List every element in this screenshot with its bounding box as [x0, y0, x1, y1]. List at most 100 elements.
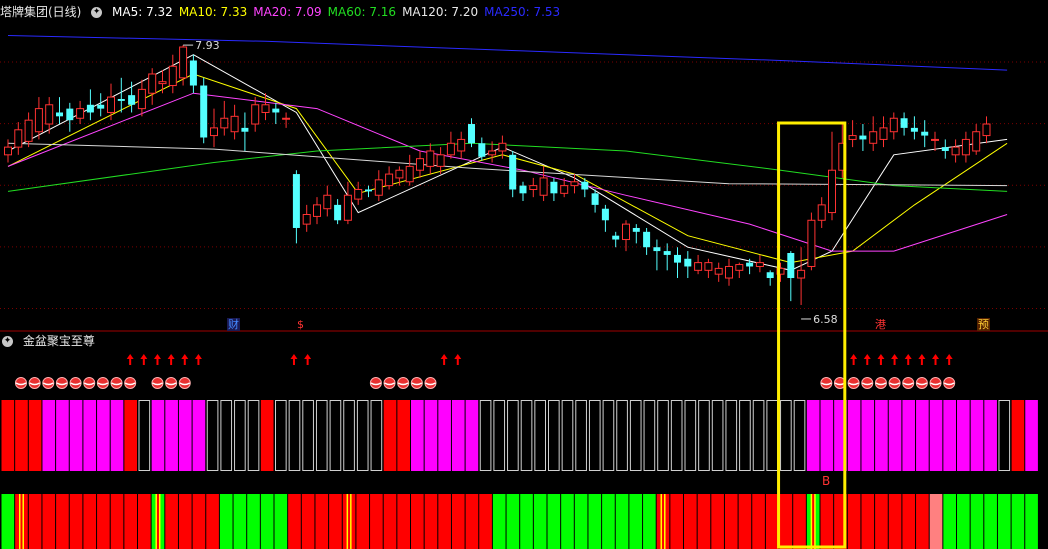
signal-bar [916, 400, 929, 471]
signal-bar [15, 400, 28, 471]
signal-bar [56, 400, 69, 471]
signal-bar [970, 400, 984, 471]
signal-arrow [290, 354, 298, 365]
signal-bar [275, 400, 287, 471]
signal-bar [657, 400, 669, 471]
signal-bar [1, 400, 15, 471]
trend-strip-cell [779, 494, 793, 549]
signal-bar [178, 400, 192, 471]
signal-bar [424, 400, 438, 471]
trend-strip-cell [820, 494, 834, 549]
signal-bar [138, 400, 151, 471]
trend-strip-cell [561, 494, 574, 549]
signal-bar [534, 400, 546, 471]
trend-strip-cell [383, 494, 397, 549]
trend-strip-cell [69, 494, 83, 549]
signal-bar [110, 400, 124, 471]
signal-bar [888, 400, 902, 471]
signal-arrow [181, 354, 189, 365]
trend-strip-cell [574, 494, 588, 549]
signal-bar [356, 400, 369, 471]
trend-strip-cell [615, 494, 629, 549]
indicator-chart[interactable]: B [0, 0, 1048, 549]
signal-bar [820, 400, 834, 471]
signal-bar [861, 400, 875, 471]
signal-arrow [945, 354, 953, 365]
signal-bar [124, 400, 137, 471]
trend-strip-cell [533, 494, 547, 549]
trend-strip-cell [165, 494, 178, 549]
signal-bar [42, 400, 56, 471]
trend-strip-cell [356, 494, 370, 549]
trend-strip-cell [875, 494, 888, 549]
trend-strip-cell [684, 494, 697, 549]
signal-bar [1025, 400, 1038, 471]
signal-bar [192, 400, 206, 471]
signal-bar [69, 400, 83, 471]
trend-strip-cell [629, 494, 643, 549]
signal-bar [493, 400, 506, 471]
signal-bar [616, 400, 628, 471]
signal-bar [165, 400, 178, 471]
trend-strip-cell [329, 494, 342, 549]
trend-strip-cell [602, 494, 615, 549]
trend-strip-cell [42, 494, 56, 549]
trend-strip-cell [765, 494, 779, 549]
signal-bar [998, 400, 1011, 471]
signal-arrow [194, 354, 202, 365]
trend-strip-cell [206, 494, 219, 549]
trend-strip-cell [397, 494, 410, 549]
signal-bar [957, 400, 970, 471]
trend-strip-cell [970, 494, 984, 549]
signal-bar [220, 400, 233, 471]
signal-bar [151, 400, 165, 471]
signal-bar [548, 400, 560, 471]
trend-strip-cell [138, 494, 151, 549]
event-marker[interactable]: 预 [977, 318, 990, 331]
trend-strip-cell [711, 494, 724, 549]
trend-strip-cell [233, 494, 247, 549]
signal-bar [684, 400, 697, 471]
event-marker[interactable]: $ [296, 318, 305, 331]
trend-strip-cell [315, 494, 329, 549]
signal-bar [602, 400, 615, 471]
trend-strip-cell [192, 494, 206, 549]
trend-strip-cell [28, 494, 42, 549]
signal-bar [206, 400, 219, 471]
signal-bar [288, 400, 301, 471]
trend-strip-cell [97, 494, 110, 549]
signal-bar [370, 400, 383, 471]
trend-strip-cell [738, 494, 752, 549]
signal-arrow [932, 354, 940, 365]
trend-strip-cell [110, 494, 124, 549]
trend-strip-cell [492, 494, 506, 549]
signal-bar [451, 400, 465, 471]
signal-bar [943, 400, 956, 471]
signal-bar [83, 400, 97, 471]
trend-strip-cell [861, 494, 875, 549]
signal-arrow [877, 354, 885, 365]
trend-strip-cell [274, 494, 288, 549]
signal-arrow [304, 354, 312, 365]
event-marker[interactable]: 财 [227, 318, 240, 331]
trend-strip-cell [451, 494, 465, 549]
signal-arrow [167, 354, 175, 365]
highlight-box [777, 121, 847, 549]
trend-strip-cell [929, 494, 943, 549]
signal-bar [929, 400, 943, 471]
trend-strip-mark-core [348, 494, 351, 549]
event-marker[interactable]: 港 [874, 318, 887, 331]
signal-arrow [863, 354, 871, 365]
signal-bar [875, 400, 888, 471]
trend-strip-cell [56, 494, 69, 549]
signal-bar [643, 400, 656, 471]
trend-strip-mark-core [812, 494, 815, 549]
signal-bar [588, 400, 601, 471]
signal-bar [383, 400, 397, 471]
signal-arrow [454, 354, 462, 365]
trend-strip-cell [1025, 494, 1038, 549]
signal-bar [902, 400, 916, 471]
trend-strip-cell [506, 494, 520, 549]
trend-strip-cell [916, 494, 929, 549]
signal-bar [629, 400, 642, 471]
